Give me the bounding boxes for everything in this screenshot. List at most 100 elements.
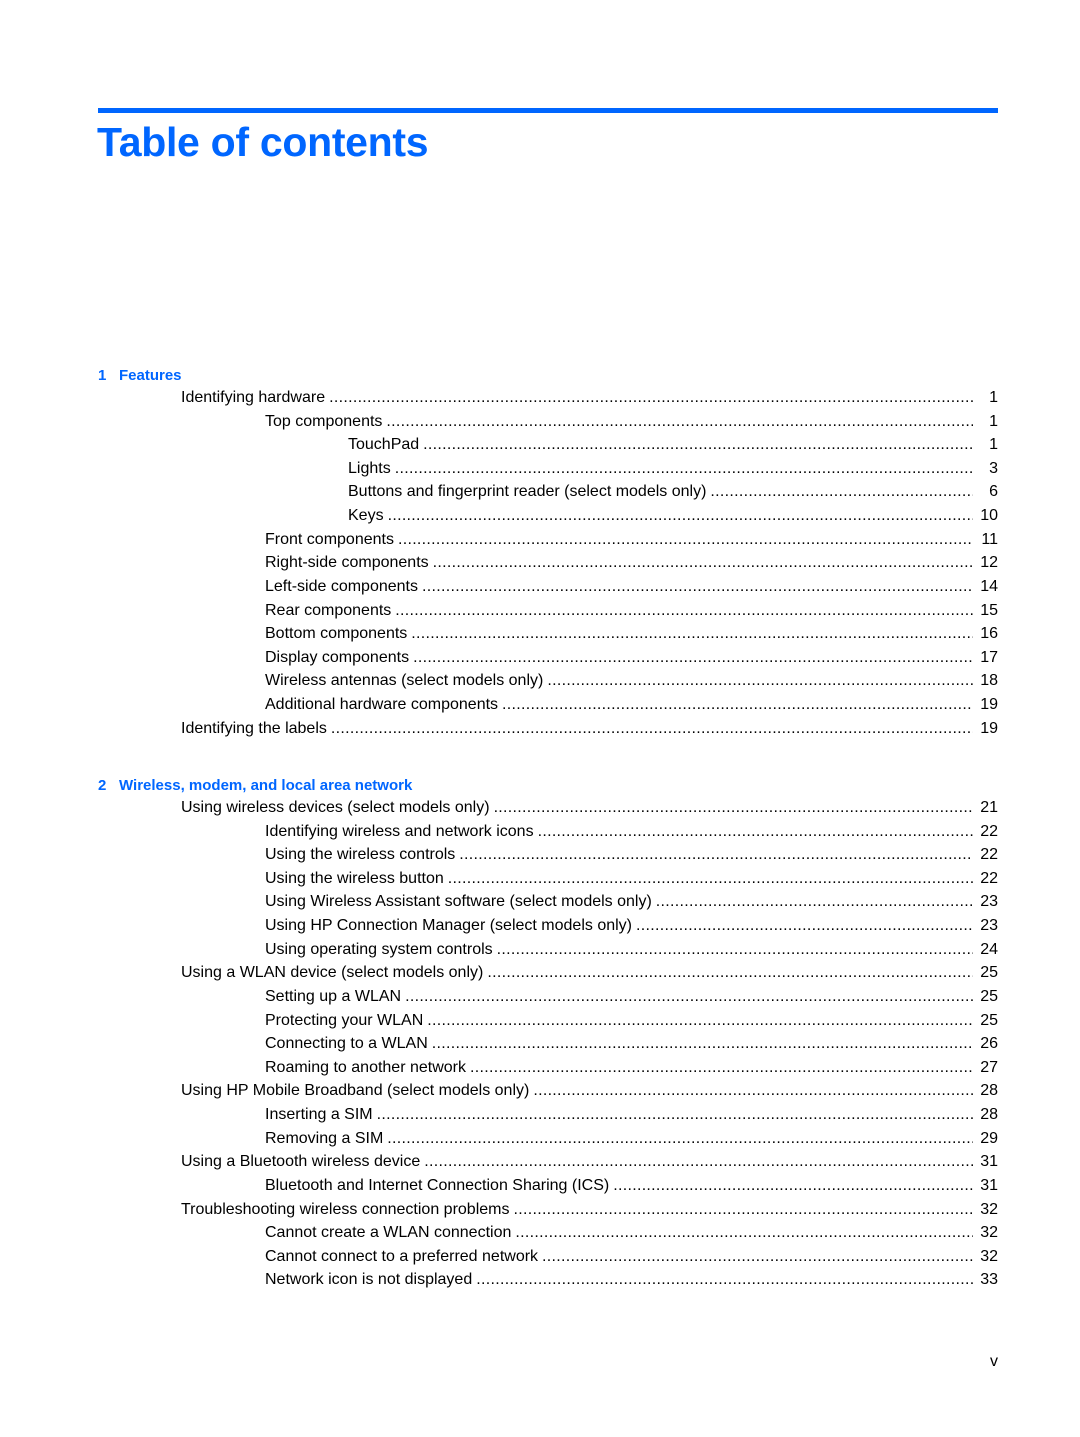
toc-entry[interactable]: Using a WLAN device (select models only)…	[181, 961, 998, 983]
dot-leader	[411, 624, 973, 644]
page-title: Table of contents	[97, 119, 429, 165]
toc-entry-page: 16	[980, 625, 998, 643]
toc-entry-label: Identifying wireless and network icons	[265, 822, 534, 840]
toc-entry[interactable]: Bluetooth and Internet Connection Sharin…	[265, 1174, 998, 1196]
dot-leader	[636, 916, 973, 936]
toc-entry[interactable]: Troubleshooting wireless connection prob…	[181, 1198, 998, 1220]
toc-entry[interactable]: Inserting a SIM 28	[265, 1103, 998, 1125]
page-number: v	[990, 1353, 998, 1370]
dot-leader	[387, 1129, 973, 1149]
toc-entry[interactable]: Buttons and fingerprint reader (select m…	[348, 480, 998, 502]
section-title: Features	[119, 367, 182, 384]
toc-entry-label: Identifying hardware	[181, 389, 326, 406]
toc-entry[interactable]: Using wireless devices (select models on…	[181, 796, 998, 818]
toc-entry[interactable]: Using the wireless controls 22	[265, 843, 998, 865]
toc-entry-page: 26	[980, 1035, 998, 1053]
dot-leader	[533, 1081, 973, 1101]
dot-leader	[331, 719, 973, 739]
toc-entry[interactable]: Identifying the labels 19	[181, 717, 998, 739]
toc-entry[interactable]: Bottom components 16	[265, 622, 998, 644]
toc-entry-label: Network icon is not displayed	[265, 1271, 473, 1289]
toc-entry-label: Using HP Mobile Broadband (select models…	[181, 1082, 530, 1100]
toc-entry[interactable]: Protecting your WLAN 25	[265, 1009, 998, 1031]
dot-leader	[433, 553, 973, 573]
toc-entry[interactable]: Right-side components 12	[265, 551, 998, 573]
toc-entry-page: 25	[980, 1011, 998, 1029]
toc-entry-label: Cannot create a WLAN connection	[265, 1224, 512, 1242]
toc-entry-page: 28	[980, 1082, 998, 1100]
toc-entry-page: 18	[980, 672, 998, 690]
toc-entry[interactable]: Front components 11	[265, 528, 998, 550]
toc-entry[interactable]: Removing a SIM 29	[265, 1127, 998, 1149]
toc-entry[interactable]: Setting up a WLAN 25	[265, 985, 998, 1007]
toc-entry-page: 19	[980, 719, 998, 737]
toc-entry-page: 31	[980, 1176, 998, 1194]
toc-entry[interactable]: Cannot connect to a preferred network 32	[265, 1245, 998, 1267]
toc-entry[interactable]: Connecting to a WLAN 26	[265, 1032, 998, 1054]
section-heading-1[interactable]: 1 Features	[98, 366, 182, 386]
toc-entry-label: Lights	[348, 459, 391, 477]
dot-leader	[497, 940, 973, 960]
toc-entry-label: Using HP Connection Manager (select mode…	[265, 917, 632, 935]
toc-entry[interactable]: Left-side components 14	[265, 575, 998, 597]
toc-entry[interactable]: Using the wireless button 22	[265, 867, 998, 889]
toc-entry[interactable]: Using Wireless Assistant software (selec…	[265, 890, 998, 912]
toc-entry-page: 22	[980, 822, 998, 840]
toc-entry-label: Troubleshooting wireless connection prob…	[181, 1200, 510, 1218]
toc-entry-label: Cannot connect to a preferred network	[265, 1247, 539, 1265]
dot-leader	[386, 412, 973, 432]
toc-entry[interactable]: Additional hardware components 19	[265, 693, 998, 715]
toc-entry-page: 29	[980, 1129, 998, 1147]
toc-entry-label: Bottom components	[265, 625, 408, 643]
dot-leader	[494, 798, 973, 818]
dot-leader	[388, 506, 973, 526]
dot-leader	[487, 963, 973, 983]
toc-entry[interactable]: Network icon is not displayed 33	[265, 1268, 998, 1290]
toc-entry[interactable]: Wireless antennas (select models only) 18	[265, 669, 998, 691]
toc-entry[interactable]: Cannot create a WLAN connection 32	[265, 1221, 998, 1243]
toc-entry-page: 23	[980, 917, 998, 935]
section-number: 2	[98, 777, 107, 794]
dot-leader	[398, 530, 973, 550]
toc-entry[interactable]: Keys 10	[348, 504, 998, 526]
title-rule	[98, 108, 998, 113]
toc-entry-page: 1	[989, 436, 998, 454]
dot-leader	[377, 1105, 973, 1125]
toc-entry[interactable]: TouchPad 1	[348, 433, 998, 455]
dot-leader	[613, 1176, 973, 1196]
dot-leader	[476, 1270, 973, 1290]
toc-entry[interactable]: Using HP Mobile Broadband (select models…	[181, 1079, 998, 1101]
dot-leader	[448, 869, 973, 889]
toc-entry-page: 33	[980, 1271, 998, 1289]
toc-entry-page: 15	[980, 601, 998, 619]
toc-entry[interactable]: Using operating system controls 24	[265, 938, 998, 960]
toc-entry-label: Buttons and fingerprint reader (select m…	[348, 483, 707, 501]
dot-leader	[656, 892, 973, 912]
toc-entry-label: Using wireless devices (select models on…	[181, 799, 490, 816]
toc-entry-page: 22	[980, 846, 998, 864]
dot-leader	[413, 648, 973, 668]
toc-entry[interactable]: Using a Bluetooth wireless device 31	[181, 1150, 998, 1172]
toc-entry[interactable]: Using HP Connection Manager (select mode…	[265, 914, 998, 936]
toc-entry[interactable]: Display components 17	[265, 646, 998, 668]
toc-entry[interactable]: Rear components 15	[265, 599, 998, 621]
section-heading-2[interactable]: 2 Wireless, modem, and local area network	[98, 776, 412, 796]
toc-entry-label: Using Wireless Assistant software (selec…	[265, 893, 652, 911]
dot-leader	[329, 388, 973, 408]
toc-entry-page: 3	[989, 459, 998, 477]
toc-entry[interactable]: Identifying hardware 1	[181, 386, 998, 408]
toc-entry[interactable]: Identifying wireless and network icons 22	[265, 820, 998, 842]
toc-entry-page: 17	[980, 648, 998, 666]
toc-entry-page: 19	[980, 696, 998, 714]
toc-entry-label: Using operating system controls	[265, 940, 493, 958]
toc-entry[interactable]: Top components 1	[265, 410, 998, 432]
toc-entry-label: Connecting to a WLAN	[265, 1035, 428, 1053]
toc-entry-label: TouchPad	[348, 436, 420, 454]
dot-leader	[538, 822, 973, 842]
toc-entry-label: Using the wireless button	[265, 869, 444, 887]
toc-entry-page: 23	[980, 893, 998, 911]
toc-entry[interactable]: Lights 3	[348, 457, 998, 479]
toc-entry-page: 12	[980, 554, 998, 572]
toc-entry[interactable]: Roaming to another network 27	[265, 1056, 998, 1078]
toc-entry-label: Using the wireless controls	[265, 846, 456, 864]
